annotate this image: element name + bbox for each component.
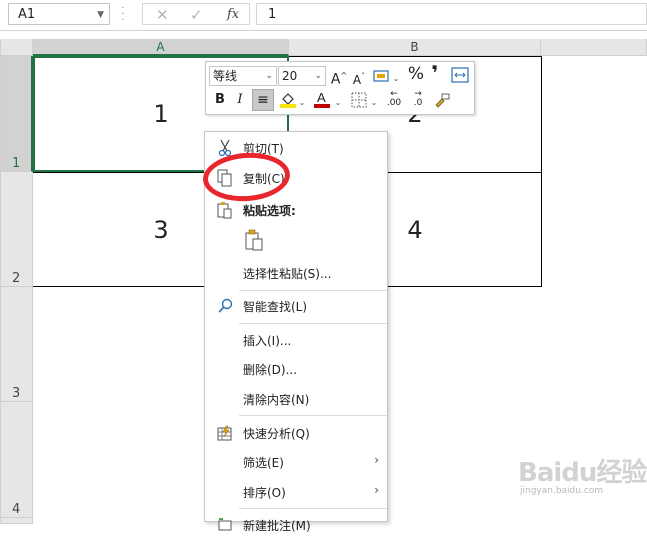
chevron-down-icon[interactable]: ⌄ xyxy=(370,95,378,111)
formula-content: 1 xyxy=(268,7,277,22)
menu-item-quick-analysis[interactable]: 快速分析(Q) xyxy=(205,419,387,447)
search-icon xyxy=(215,296,235,316)
menu-item-paste-special[interactable]: 选择性粘贴(S)... xyxy=(205,259,387,287)
menu-item-label: 新建批注(M) xyxy=(243,519,311,533)
percent-style-button[interactable]: % xyxy=(406,66,426,83)
number-format-icon[interactable] xyxy=(371,68,393,89)
menu-separator xyxy=(239,415,387,416)
clipboard-icon xyxy=(243,229,265,251)
insert-function-icon[interactable]: fx xyxy=(227,7,239,22)
align-center-icon[interactable]: ≡ xyxy=(252,89,274,111)
mini-toolbar: 等线 ⌄ 20 ⌄ A^ Aˇ ⌄ % ❜ B I ≡ ⌄ A ⌄ ⌄ ← .00… xyxy=(205,61,475,115)
column-header-c[interactable] xyxy=(541,39,647,56)
decrease-decimal-icon[interactable]: → .0 xyxy=(408,90,428,108)
menu-separator xyxy=(239,508,387,509)
watermark-url: jingyan.baidu.com xyxy=(520,486,604,496)
menu-item-insert[interactable]: 插入(I)... xyxy=(205,326,387,354)
menu-item-filter[interactable]: 筛选(E) › xyxy=(205,448,387,476)
font-size-value: 20 xyxy=(282,69,298,83)
fill-color-icon[interactable] xyxy=(278,90,298,113)
menu-item-smart-lookup[interactable]: 智能查找(L) xyxy=(205,292,387,320)
menu-item-label: 快速分析(Q) xyxy=(243,427,310,441)
shrink-font-glyph: A xyxy=(352,73,362,87)
menu-item-label: 插入(I)... xyxy=(243,334,292,348)
menu-separator xyxy=(239,323,387,324)
grow-font-glyph: A xyxy=(330,71,341,88)
grid-border xyxy=(541,56,542,287)
chevron-down-icon: ⌄ xyxy=(314,71,322,81)
chevron-down-icon[interactable]: ⌄ xyxy=(298,95,306,111)
column-header-a[interactable]: A xyxy=(33,39,289,56)
row-header-3-label: 3 xyxy=(12,386,21,401)
menu-item-sort[interactable]: 排序(O) › xyxy=(205,478,387,506)
format-painter-icon[interactable] xyxy=(432,91,452,114)
enter-icon[interactable]: ✓ xyxy=(190,6,203,24)
formula-input[interactable]: 1 xyxy=(256,3,647,25)
chevron-right-icon: › xyxy=(374,483,379,497)
menu-item-new-comment[interactable]: 新建批注(M) xyxy=(205,511,387,539)
svg-text:A: A xyxy=(317,90,326,105)
name-box[interactable]: A1 ▼ xyxy=(8,3,110,25)
menu-item-label: 粘贴选项: xyxy=(243,204,296,218)
decrease-decimal-glyph: .0 xyxy=(413,98,423,108)
chevron-right-icon: › xyxy=(374,453,379,467)
name-box-value: A1 xyxy=(18,7,36,22)
increase-decimal-icon[interactable]: ← .00 xyxy=(384,90,404,108)
quick-analysis-icon xyxy=(215,423,235,443)
watermark-logo: Baidu经验 jingyan.baidu.com xyxy=(518,448,647,500)
menu-item-label: 筛选(E) xyxy=(243,456,284,470)
row-header-5[interactable] xyxy=(0,518,33,524)
paste-option-button[interactable] xyxy=(205,226,387,254)
menu-separator xyxy=(239,290,387,291)
window-edge xyxy=(0,39,1,522)
column-header-b[interactable]: B xyxy=(289,39,541,56)
row-header-2-label: 2 xyxy=(12,271,21,286)
paste-icon xyxy=(215,200,235,220)
menu-item-label: 智能查找(L) xyxy=(243,300,308,314)
italic-button[interactable]: I xyxy=(232,92,248,108)
formula-bar: A1 ▼ · · · ✕ ✓ fx 1 xyxy=(0,0,647,31)
increase-decimal-glyph: .00 xyxy=(386,98,402,108)
chevron-down-icon: ⌄ xyxy=(265,71,273,81)
cancel-icon[interactable]: ✕ xyxy=(156,6,169,24)
bold-button[interactable]: B xyxy=(212,92,228,108)
decrease-font-size-icon[interactable]: Aˇ xyxy=(350,69,368,88)
row-header-1[interactable]: 1 xyxy=(0,56,33,172)
menu-item-clear-contents[interactable]: 清除内容(N) xyxy=(205,385,387,413)
menu-item-label: 清除内容(N) xyxy=(243,393,310,407)
toolbar-gap xyxy=(0,31,647,39)
row-header-4[interactable]: 4 xyxy=(0,402,33,518)
row-header-2[interactable]: 2 xyxy=(0,172,33,287)
chevron-down-icon[interactable]: ⌄ xyxy=(392,71,400,87)
row-header-1-label: 1 xyxy=(12,156,21,171)
formula-buttons: ✕ ✓ fx xyxy=(142,3,250,25)
row-header-4-label: 4 xyxy=(12,502,21,517)
menu-item-label: 排序(O) xyxy=(243,486,286,500)
watermark-brand: Baidu经验 xyxy=(518,458,647,488)
merge-center-icon[interactable] xyxy=(450,67,470,88)
name-box-dropdown-icon[interactable]: ▼ xyxy=(97,10,104,20)
comment-icon xyxy=(215,515,235,535)
menu-item-label: 删除(D)... xyxy=(243,363,298,377)
font-name-select[interactable]: 等线 ⌄ xyxy=(209,66,277,86)
chevron-down-icon[interactable]: ⌄ xyxy=(334,95,342,111)
font-size-select[interactable]: 20 ⌄ xyxy=(278,66,326,86)
comma-style-button[interactable]: ❜ xyxy=(427,63,443,83)
font-color-icon[interactable]: A xyxy=(312,89,332,114)
formula-bar-grip-icon[interactable]: · · · xyxy=(121,2,125,25)
menu-item-label: 选择性粘贴(S)... xyxy=(243,267,332,281)
select-all-corner[interactable] xyxy=(0,39,33,56)
borders-icon[interactable] xyxy=(350,92,368,113)
menu-item-delete[interactable]: 删除(D)... xyxy=(205,355,387,383)
increase-font-size-icon[interactable]: A^ xyxy=(330,68,348,88)
row-header-3[interactable]: 3 xyxy=(0,287,33,402)
font-name-value: 等线 xyxy=(213,69,238,83)
